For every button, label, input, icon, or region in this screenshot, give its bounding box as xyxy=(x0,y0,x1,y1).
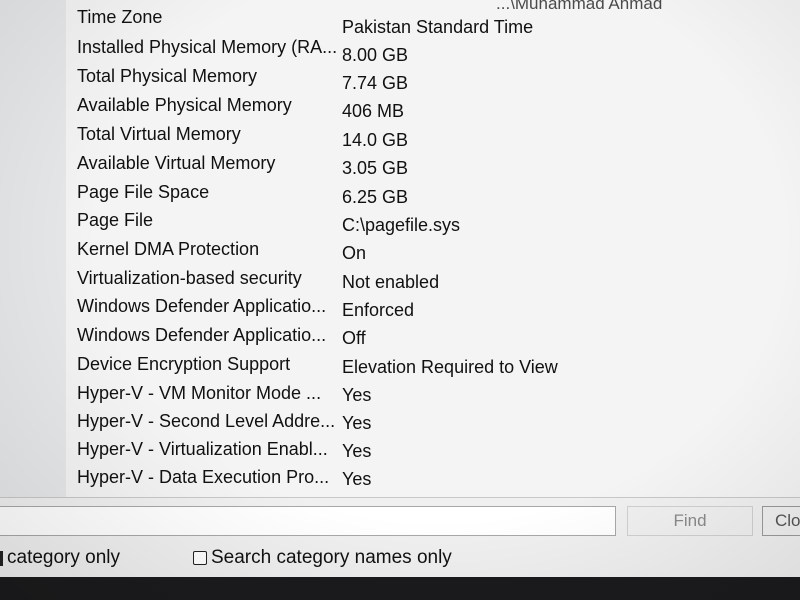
table-row[interactable]: Time Zone Pakistan Standard Time xyxy=(66,7,800,37)
item-cell: Page File Space xyxy=(77,182,210,202)
value-cell: Yes xyxy=(342,469,372,489)
value-cell: Pakistan Standard Time xyxy=(342,17,534,37)
table-row[interactable]: Device Encryption Support Elevation Requ… xyxy=(66,354,800,382)
value-cell: 3.05 GB xyxy=(342,158,409,178)
item-cell: Windows Defender Applicatio... xyxy=(77,296,327,316)
table-row[interactable]: Total Virtual Memory 14.0 GB xyxy=(66,124,800,152)
item-cell: Windows Defender Applicatio... xyxy=(77,325,327,345)
table-row[interactable]: Hyper-V - Second Level Addre... Yes xyxy=(66,411,800,439)
value-cell: 6.25 GB xyxy=(342,187,409,207)
item-cell: Time Zone xyxy=(77,7,163,27)
table-row[interactable]: Virtualization-based security Not enable… xyxy=(66,268,800,296)
item-cell: Available Physical Memory xyxy=(77,95,292,115)
search-selected-category-option[interactable]: category only xyxy=(0,546,120,570)
item-cell: Kernel DMA Protection xyxy=(77,239,260,259)
item-cell: Installed Physical Memory (RA... xyxy=(77,37,338,57)
value-cell: On xyxy=(342,243,367,263)
item-cell: Available Virtual Memory xyxy=(77,153,276,173)
search-selected-category-label: category only xyxy=(7,547,121,568)
value-cell: Yes xyxy=(342,441,372,461)
value-cell: 7.74 GB xyxy=(342,73,409,93)
item-cell: Total Physical Memory xyxy=(77,66,258,86)
table-row[interactable]: Available Physical Memory 406 MB xyxy=(66,95,800,123)
find-what-input[interactable] xyxy=(0,506,616,536)
table-row[interactable]: Kernel DMA Protection On xyxy=(66,239,800,267)
item-cell: Total Virtual Memory xyxy=(77,124,241,144)
table-row[interactable]: Page File C:\pagefile.sys xyxy=(66,210,800,238)
value-cell: Enforced xyxy=(342,300,415,320)
table-row[interactable]: Total Physical Memory 7.74 GB xyxy=(66,66,800,94)
item-cell: Hyper-V - Second Level Addre... xyxy=(77,411,336,431)
item-cell: Device Encryption Support xyxy=(77,354,291,374)
table-row[interactable]: Installed Physical Memory (RA... 8.00 GB xyxy=(66,37,800,65)
table-row[interactable]: Hyper-V - VM Monitor Mode ... Yes xyxy=(66,383,800,411)
category-tree-pane[interactable] xyxy=(0,0,67,497)
find-button[interactable]: Find xyxy=(627,506,753,536)
value-cell: 406 MB xyxy=(342,101,405,121)
value-cell: Yes xyxy=(342,385,372,405)
value-cell: Not enabled xyxy=(342,272,440,292)
checkbox-icon[interactable] xyxy=(193,551,207,565)
close-find-button[interactable]: Clo xyxy=(762,506,800,536)
item-cell: Hyper-V - Data Execution Pro... xyxy=(77,467,330,487)
table-row[interactable]: Hyper-V - Data Execution Pro... Yes xyxy=(66,467,800,495)
monitor-bezel xyxy=(0,577,800,600)
item-cell: Virtualization-based security xyxy=(77,268,302,288)
system-information-window: ...\Muhammad Ahmad Time Zone Pakistan St… xyxy=(0,0,800,600)
checkbox-edge-icon xyxy=(0,550,3,566)
value-cell: Off xyxy=(342,328,366,348)
item-cell: Page File xyxy=(77,210,154,230)
item-cell: Hyper-V - Virtualization Enabl... xyxy=(77,439,328,459)
value-cell: 14.0 GB xyxy=(342,130,409,150)
search-category-names-label: Search category names only xyxy=(211,547,452,568)
table-row[interactable]: Available Virtual Memory 3.05 GB xyxy=(66,153,800,181)
table-row[interactable]: Windows Defender Applicatio... Enforced xyxy=(66,296,800,324)
value-cell: C:\pagefile.sys xyxy=(342,215,461,235)
value-cell: 8.00 GB xyxy=(342,45,409,65)
value-cell: Elevation Required to View xyxy=(342,357,558,377)
table-row[interactable]: Page File Space 6.25 GB xyxy=(66,182,800,210)
item-cell: Hyper-V - VM Monitor Mode ... xyxy=(77,383,322,403)
table-row[interactable]: Hyper-V - Virtualization Enabl... Yes xyxy=(66,439,800,467)
value-cell: Yes xyxy=(342,413,372,433)
table-row[interactable]: Windows Defender Applicatio... Off xyxy=(66,325,800,353)
details-list-pane[interactable]: ...\Muhammad Ahmad Time Zone Pakistan St… xyxy=(66,0,800,497)
search-category-names-option[interactable]: Search category names only xyxy=(193,546,452,570)
